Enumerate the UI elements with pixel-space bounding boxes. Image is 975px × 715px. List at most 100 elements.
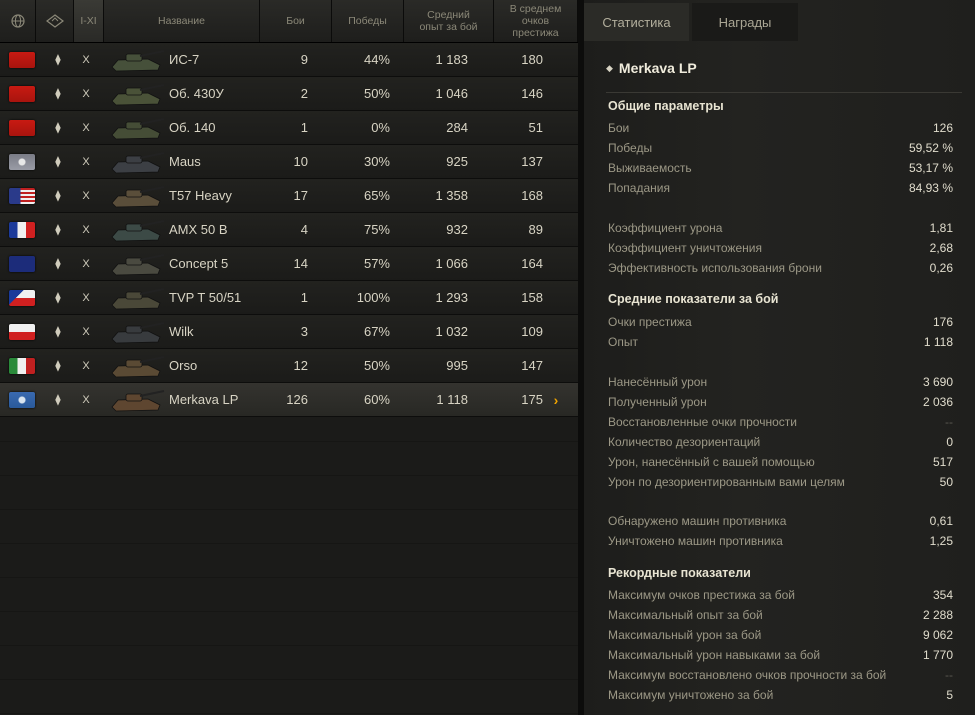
stat-value: 5 <box>946 688 953 702</box>
avg-prestige-value: 175 <box>521 392 543 407</box>
nation-flag-icon <box>8 281 36 314</box>
tank-icon <box>106 145 168 178</box>
vehicle-name: Orso <box>169 358 198 373</box>
tier-label: X <box>82 53 90 66</box>
stat-value: 1 118 <box>923 335 953 349</box>
vehicle-name: Concept 5 <box>169 256 229 271</box>
table-row[interactable]: ⧫ X Wilk 3 67% 1 032 109 <box>0 315 578 349</box>
stat-label: Максимальный урон за бой <box>608 628 762 642</box>
stat-label: Выживаемость <box>608 161 692 175</box>
avg-xp-value: 1 046 <box>435 86 468 101</box>
vehicle-class-icon: ⧫ <box>55 360 61 372</box>
avg-prestige-value: 137 <box>521 154 543 169</box>
nation-flag-icon <box>8 111 36 144</box>
table-row[interactable]: ⧫ X TVP T 50/51 1 100% 1 293 158 <box>0 281 578 315</box>
battles-value: 9 <box>300 52 308 67</box>
tier-label: X <box>82 121 90 134</box>
wins-value: 50% <box>363 86 390 101</box>
tab-awards[interactable]: Награды <box>692 3 798 41</box>
vehicle-table: I-XI Название Бои Победы Средний опыт за… <box>0 0 578 715</box>
tab-statistics[interactable]: Статистика <box>584 3 689 41</box>
vehicle-class-icon: ⧫ <box>55 88 61 100</box>
vehicle-name: ИС-7 <box>169 52 200 67</box>
general-heading: Общие параметры <box>608 99 724 113</box>
tank-icon <box>106 179 168 212</box>
stat-label: Уничтожено машин противника <box>608 534 783 548</box>
avg-xp-value: 1 118 <box>436 392 468 407</box>
table-row[interactable]: ⧫ X Orso 12 50% 995 147 <box>0 349 578 383</box>
tank-icon <box>106 43 168 76</box>
avg-xp-value: 1 066 <box>435 256 468 271</box>
vehicle-name: Merkava LP <box>169 392 239 407</box>
table-row[interactable]: ⧫ X Merkava LP 126 60% 1 118 175 › <box>0 383 578 417</box>
sort-by-level-header[interactable]: I-XI <box>74 0 104 42</box>
avg-xp-value: 1 183 <box>435 52 468 67</box>
stat-value: -- <box>945 415 953 429</box>
sort-by-avg-prestige-header[interactable]: В среднем очков престижа <box>494 0 578 42</box>
table-row[interactable]: ⧫ X T57 Heavy 17 65% 1 358 168 <box>0 179 578 213</box>
tank-icon <box>106 383 168 416</box>
nation-flag-icon <box>8 349 36 382</box>
tank-icon <box>106 77 168 110</box>
stat-row: Коэффициент уничтожения 2,68 <box>608 241 953 255</box>
battles-value: 17 <box>293 188 308 203</box>
sort-by-avg-xp-header[interactable]: Средний опыт за бой <box>404 0 494 42</box>
wins-value: 65% <box>363 188 390 203</box>
sort-by-wins-header[interactable]: Победы <box>332 0 404 42</box>
table-row[interactable]: ⧫ X AMX 50 B 4 75% 932 89 <box>0 213 578 247</box>
nation-flag-icon <box>8 179 36 212</box>
stat-row: Максимальный опыт за бой 2 288 <box>608 608 953 622</box>
nation-flag-icon <box>8 77 36 110</box>
stat-label: Полученный урон <box>608 395 707 409</box>
battles-value: 2 <box>300 86 308 101</box>
stat-label: Коэффициент урона <box>608 221 723 235</box>
stat-value: 53,17 % <box>908 161 953 175</box>
table-row[interactable]: ⧫ X Maus 10 30% 925 137 <box>0 145 578 179</box>
sort-by-battles-header[interactable]: Бои <box>260 0 332 42</box>
vehicle-class-icon: ⧫ <box>55 156 61 168</box>
vehicle-name: TVP T 50/51 <box>169 290 242 305</box>
stat-row: Попадания 84,93 % <box>608 181 953 195</box>
stat-value: 84,93 % <box>908 181 953 195</box>
vehicle-type-icon <box>45 14 64 28</box>
table-row[interactable]: ⧫ X Об. 430У 2 50% 1 046 146 <box>0 77 578 111</box>
stat-label: Нанесённый урон <box>608 375 708 389</box>
stat-value: 2 288 <box>922 608 953 622</box>
avg-prestige-value: 146 <box>521 86 543 101</box>
sort-by-type-header[interactable] <box>36 0 74 42</box>
nation-flag-icon <box>8 145 36 178</box>
stat-row: Коэффициент урона 1,81 <box>608 221 953 235</box>
tank-icon <box>106 213 168 246</box>
chevron-right-icon: › <box>553 391 559 408</box>
table-row[interactable]: ⧫ X Concept 5 14 57% 1 066 164 <box>0 247 578 281</box>
stat-value: 50 <box>939 475 953 489</box>
table-row[interactable]: ⧫ X ИС-7 9 44% 1 183 180 <box>0 43 578 77</box>
diamond-icon: ◆ <box>606 62 613 73</box>
wins-value: 60% <box>363 392 390 407</box>
sort-by-name-header[interactable]: Название <box>104 0 260 42</box>
title-separator <box>606 92 962 93</box>
avg-xp-value: 925 <box>446 154 468 169</box>
stat-value: 1,25 <box>929 534 953 548</box>
stat-value: 2 036 <box>922 395 953 409</box>
avg-prestige-value: 164 <box>521 256 543 271</box>
stat-label: Коэффициент уничтожения <box>608 241 762 255</box>
stats-panel: Статистика Награды ◆ Merkava LP Общие па… <box>584 0 975 715</box>
table-row[interactable]: ⧫ X Об. 140 1 0% 284 51 <box>0 111 578 145</box>
vehicle-class-icon: ⧫ <box>55 190 61 202</box>
stat-label: Опыт <box>608 335 638 349</box>
stat-row: Эффективность использования брони 0,26 <box>608 261 953 275</box>
records-heading: Рекордные показатели <box>608 566 751 580</box>
avg-prestige-value: 89 <box>528 222 543 237</box>
stat-value: 59,52 % <box>908 141 953 155</box>
stat-label: Максимальный опыт за бой <box>608 608 763 622</box>
avg-xp-value: 932 <box>446 222 468 237</box>
avg-xp-value: 1 358 <box>435 188 468 203</box>
sort-by-nation-header[interactable] <box>0 0 36 42</box>
vehicle-title-text: Merkava LP <box>618 60 697 76</box>
tank-icon <box>106 111 168 144</box>
stat-label: Количество дезориентаций <box>608 435 761 449</box>
nation-flag-icon <box>8 383 36 416</box>
avg-prestige-value: 51 <box>528 120 543 135</box>
stat-row: Максимальный урон навыками за бой 1 770 <box>608 648 953 662</box>
